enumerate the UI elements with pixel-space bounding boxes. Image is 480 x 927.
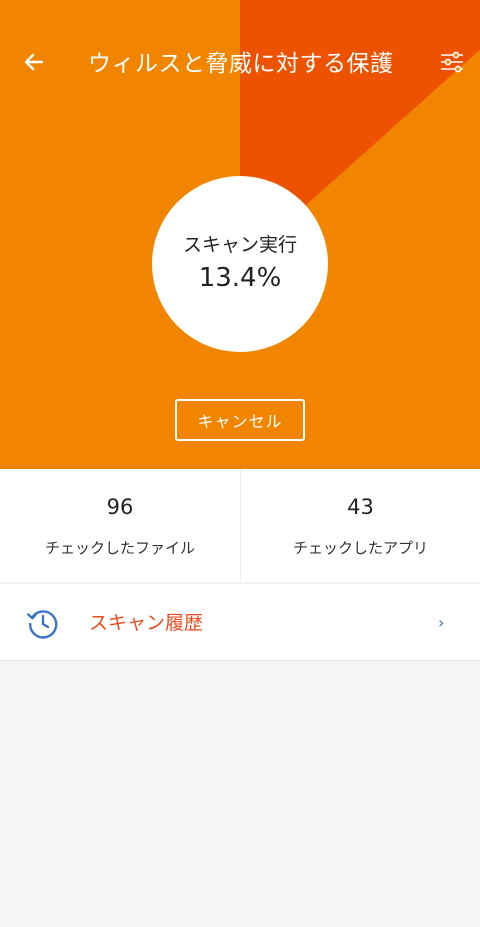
scan-history-label: スキャン履歴 bbox=[89, 612, 204, 634]
scan-progress-circle: スキャン実行 13.4% bbox=[152, 176, 328, 352]
checked-apps-label: チェックしたアプリ bbox=[292, 539, 428, 557]
scan-settings-button[interactable] bbox=[434, 46, 470, 82]
checked-apps-count: 43 bbox=[347, 495, 374, 519]
page-title: ウィルスと脅威に対する保護 bbox=[88, 51, 394, 77]
arrow-left-icon bbox=[22, 50, 46, 78]
checked-files-count: 96 bbox=[106, 495, 134, 519]
clock-history-icon bbox=[26, 606, 60, 640]
scan-progress-value: 13.4% bbox=[198, 263, 282, 293]
scan-stats: 96 チェックしたファイル 43 チェックしたアプリ bbox=[0, 469, 480, 582]
scan-history-row[interactable]: スキャン履歴 › bbox=[0, 583, 480, 661]
checked-files-label: チェックしたファイル bbox=[44, 539, 195, 557]
sliders-icon bbox=[438, 48, 466, 80]
chevron-right-icon: › bbox=[438, 613, 445, 632]
back-button[interactable] bbox=[16, 46, 52, 82]
checked-files-stat: 96 チェックしたファイル bbox=[0, 469, 240, 582]
top-bar: ウィルスと脅威に対する保護 bbox=[0, 36, 480, 92]
scan-status-label: スキャン実行 bbox=[182, 234, 297, 256]
checked-apps-stat: 43 チェックしたアプリ bbox=[240, 469, 480, 582]
scan-hero: ウィルスと脅威に対する保護 スキャン実行 13.4% キャンセル bbox=[0, 0, 480, 469]
cancel-scan-button[interactable]: キャンセル bbox=[175, 399, 305, 441]
